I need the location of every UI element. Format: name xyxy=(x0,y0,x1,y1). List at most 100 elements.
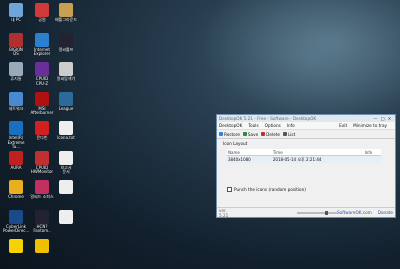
desktop-icon-shortcut1[interactable]: 알씨탐색기 xyxy=(53,62,79,82)
punch-icons-checkbox[interactable]: Punch the icons (random position) xyxy=(227,187,306,192)
desktop-icon-msi[interactable]: MSI Afterburner xyxy=(29,91,55,116)
desktop-icon-battlegrounds[interactable]: 배틀그라운드 xyxy=(53,3,79,23)
menu-tools[interactable]: Tools xyxy=(248,123,258,128)
desktop-icon-label: 네트워크 xyxy=(8,105,24,111)
title-bar[interactable]: DesktopOK 5.21 - Free - Software - Deskt… xyxy=(217,115,395,122)
size-slider[interactable] xyxy=(297,210,337,215)
table-row[interactable]: 3840x1080 2018-05-14 오후 2:21:44 xyxy=(227,155,381,163)
network-icon xyxy=(9,91,23,106)
desktop-icon-hwmon[interactable]: CPUID HWMonitor xyxy=(29,150,55,175)
icon-layout-group-label: Icon Layout xyxy=(223,141,248,146)
delete-label: Delete xyxy=(266,131,280,137)
app-icon xyxy=(35,239,49,253)
delete-button[interactable]: Delete xyxy=(261,132,280,137)
desktop-icon-hcn[interactable]: HCN? Fantom.. xyxy=(29,209,55,234)
desktop-icon-label: Icona.txt xyxy=(57,135,75,140)
restore-button[interactable]: Restore xyxy=(219,132,240,137)
intel-icon xyxy=(9,121,23,135)
row-info xyxy=(363,155,381,163)
desktop-icon-label: Chrome xyxy=(8,194,24,199)
cpu-icon xyxy=(35,62,49,76)
desktop-icon-label: 배틀그라운드 xyxy=(54,17,78,22)
delete-icon xyxy=(261,132,266,136)
desktop-icon-label: 공원 xyxy=(38,17,46,22)
desktop-icon-three[interactable] xyxy=(29,239,55,254)
afterburner-icon xyxy=(35,91,49,106)
file-icon xyxy=(59,121,73,135)
app-icon xyxy=(35,121,49,135)
desktop-icon-network[interactable]: 네트워크 xyxy=(3,91,29,112)
desktop-icon-file1[interactable]: Icona.txt xyxy=(53,121,79,141)
document-icon xyxy=(59,150,73,165)
layout-table: Name Time Info 3840x1080 2018-05-14 오후 2… xyxy=(227,149,381,163)
menu-minimize-to-tray[interactable]: Minimize to tray xyxy=(353,123,387,128)
desktop-icon-kakao[interactable]: 문다빈 xyxy=(29,121,55,141)
desktop-icon-file2[interactable] xyxy=(53,209,79,225)
desktop-icon-cyberlink[interactable]: CyberLink PowerDirec... xyxy=(3,209,30,234)
app-icon xyxy=(35,3,49,17)
save-button[interactable]: Save xyxy=(242,132,258,137)
restore-label: Restore xyxy=(224,131,240,137)
desktop-icon-ie[interactable]: Internet Explorer xyxy=(29,32,55,57)
desktop-icon-camera[interactable]: 알씨툴프 xyxy=(53,32,79,53)
desktop-icon-doc[interactable]: 보고서 문서 xyxy=(53,150,79,175)
monitor-icon xyxy=(35,150,49,165)
ie-icon xyxy=(35,32,49,47)
menu-info[interactable]: Info xyxy=(287,123,295,128)
desktop-icon-kakaotalk[interactable] xyxy=(3,239,29,254)
desktop-icon-label: AURA xyxy=(10,164,22,170)
window-title: DesktopOK 5.21 - Free - Software - Deskt… xyxy=(219,116,317,121)
recycle-bin-icon xyxy=(9,62,23,76)
desktop-icon-label: 문다빈 xyxy=(36,135,48,140)
desktop-icon-label: 알씨툴프 xyxy=(58,46,74,52)
desktop-icon-aura[interactable]: AURA xyxy=(3,150,29,171)
desktop-icon-cpuz[interactable]: CPUID CPU-Z xyxy=(29,62,55,86)
slider-knob[interactable] xyxy=(325,210,329,215)
cyberlink-icon xyxy=(9,209,23,224)
menu-desktopok[interactable]: DesktopOK xyxy=(219,123,242,128)
minimize-button[interactable]: — xyxy=(372,116,379,121)
desktop-icon-hw[interactable]: 공원 xyxy=(29,3,55,23)
menu-exit[interactable]: Exit xyxy=(339,123,347,128)
file-icon xyxy=(59,209,73,224)
content-area: Icon Layout Name Time Info 3840x1080 201… xyxy=(221,138,391,203)
desktop-icon-label: CPUID CPU-Z xyxy=(35,76,49,86)
desktop-icon-league[interactable]: League xyxy=(53,91,79,112)
version-label: ver. 5.21 xyxy=(219,207,229,218)
desktop-icon-intel[interactable]: Intel(R) Extreme Tu... xyxy=(3,121,29,150)
camera-icon xyxy=(59,32,73,47)
donate-link[interactable]: Donate xyxy=(378,210,393,215)
app-icon xyxy=(35,180,49,194)
desktop-icon-label: Internet Explorer xyxy=(33,46,51,56)
restore-icon xyxy=(219,132,223,136)
desktop-icon-recycle[interactable]: 휴지통 xyxy=(3,62,29,82)
checkbox-box[interactable] xyxy=(227,187,232,192)
maximize-button[interactable]: □ xyxy=(379,116,386,121)
desktop-icon-label: BIGKIN DS xyxy=(9,46,23,56)
desktop-icon-label: CPUID HWMonitor xyxy=(30,164,54,174)
list-button[interactable]: List xyxy=(282,131,296,137)
desktop-icon-bigkinds[interactable]: BIGKIN DS xyxy=(3,32,29,57)
league-icon xyxy=(59,91,73,106)
desktop-icon-chrome[interactable]: Chrome xyxy=(3,180,29,200)
list-icon xyxy=(282,132,287,136)
desktop-icon-label: 보고서 문서 xyxy=(60,164,72,174)
list-label: List xyxy=(287,131,296,137)
desktop-icon-label: 알씨탐색기 xyxy=(56,76,76,81)
desktop-icon-ghost[interactable]: 알씨드 소피스 xyxy=(29,180,55,200)
menu-options[interactable]: Options xyxy=(265,123,281,128)
desktop-icon-blank[interactable] xyxy=(53,180,79,195)
desktop-icon-pc[interactable]: 내 PC xyxy=(3,3,29,23)
desktop-icon-label: 휴지통 xyxy=(10,76,22,81)
close-button[interactable]: ✕ xyxy=(386,116,393,121)
aura-icon xyxy=(9,150,23,165)
desktop-icon-label: HCN? Fantom.. xyxy=(33,223,51,233)
chrome-icon xyxy=(9,180,23,194)
menu-bar: DesktopOK Tools Options Info Exit Minimi… xyxy=(217,122,395,130)
file-icon xyxy=(59,180,73,194)
app-icon xyxy=(9,32,23,47)
kakao-icon xyxy=(9,239,23,253)
softwareok-link[interactable]: SoftwareOK.com xyxy=(337,210,372,215)
status-bar: ver. 5.21 SoftwareOK.com Donate xyxy=(217,207,395,218)
desktop-icon-label: CyberLink PowerDirec... xyxy=(3,223,30,233)
